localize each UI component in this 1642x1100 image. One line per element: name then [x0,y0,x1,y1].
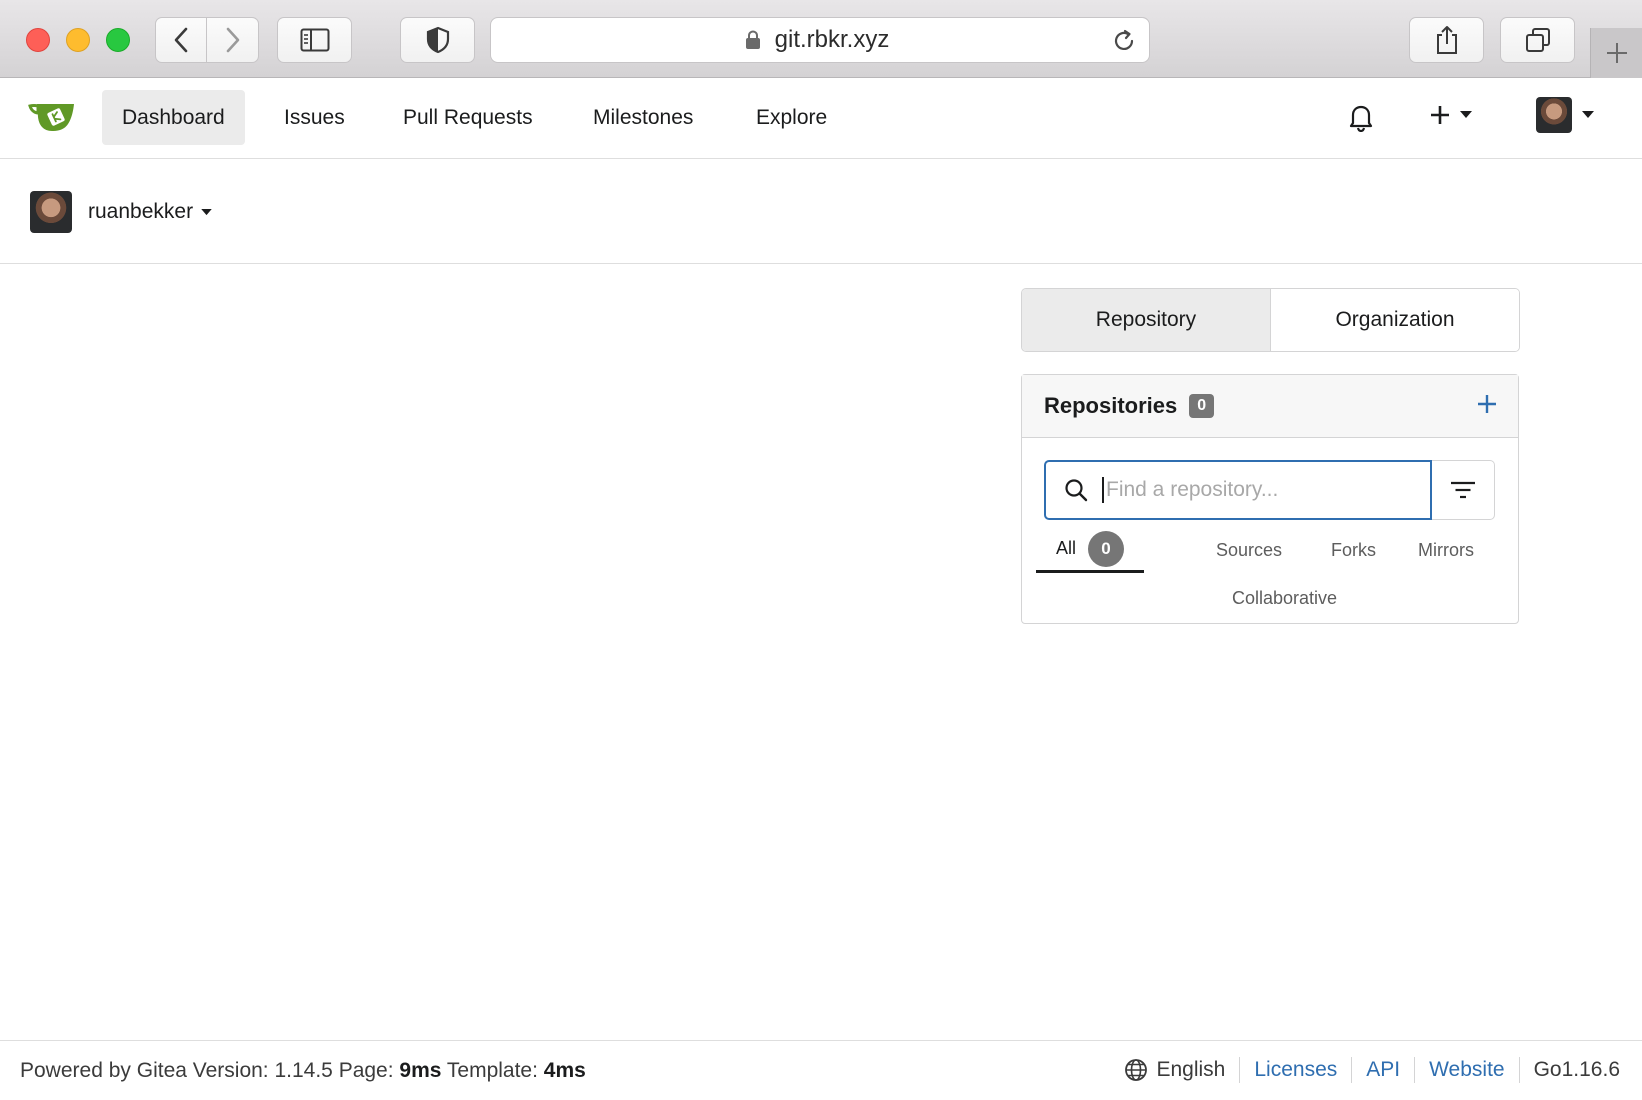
reload-icon[interactable] [1111,28,1137,54]
sidebar-icon [300,28,329,52]
nav-issues[interactable]: Issues [264,90,365,145]
nav-dashboard[interactable]: Dashboard [102,90,245,145]
back-button[interactable] [155,17,207,63]
all-count-badge: 0 [1088,530,1125,567]
tab-repository[interactable]: Repository [1022,289,1271,351]
powered-by-text: Powered by Gitea Version: 1.14.5 Page: [20,1059,400,1082]
share-icon [1436,26,1457,54]
bell-icon [1349,105,1373,133]
tab-all[interactable]: All 0 [1036,527,1145,573]
globe-icon [1125,1059,1148,1081]
template-label: Template: [441,1059,544,1082]
main-navigation: Dashboard Issues Pull Requests Milestone… [0,79,1642,159]
chevron-left-icon [174,27,188,53]
tab-collaborative[interactable]: Collaborative [1212,575,1357,621]
footer-version-info: Powered by Gitea Version: 1.14.5 Page: 9… [20,1059,586,1083]
create-new-dropdown[interactable] [1428,103,1472,127]
plus-icon [1606,43,1627,63]
nav-milestones[interactable]: Milestones [573,90,713,145]
repositories-title: Repositories [1044,393,1178,418]
page-footer: Powered by Gitea Version: 1.14.5 Page: 9… [0,1040,1642,1100]
footer-divider [1351,1057,1353,1083]
footer-divider [1518,1057,1520,1083]
repo-org-switcher: Repository Organization [1021,288,1520,352]
forward-button[interactable] [207,17,259,63]
language-label: English [1156,1058,1226,1081]
footer-divider [1239,1057,1241,1083]
context-username: ruanbekker [88,200,194,223]
nav-pull-requests[interactable]: Pull Requests [383,90,553,145]
avatar [30,191,72,233]
search-box[interactable] [1044,460,1432,520]
repositories-panel: Repositories 0 All 0 Sources Forks Mirro… [1021,374,1519,624]
context-switcher[interactable]: ruanbekker [30,191,212,233]
close-window-button[interactable] [26,28,50,52]
address-bar[interactable]: git.rbkr.xyz [490,17,1150,63]
repositories-header: Repositories 0 [1022,375,1518,438]
minimize-window-button[interactable] [66,28,90,52]
share-button[interactable] [1409,17,1484,63]
caret-down-icon [201,208,212,215]
tab-organization[interactable]: Organization [1271,289,1519,351]
licenses-link[interactable]: Licenses [1254,1058,1337,1082]
tab-sources[interactable]: Sources [1196,527,1302,573]
nav-explore[interactable]: Explore [736,90,847,145]
gitea-logo-icon[interactable] [28,99,76,138]
tabs-icon [1525,28,1550,52]
api-link[interactable]: API [1366,1058,1400,1082]
caret-down-icon [1460,111,1472,118]
browser-toolbar: git.rbkr.xyz [0,0,1642,78]
new-tab-button[interactable] [1590,28,1642,78]
add-repository-button[interactable] [1476,393,1498,420]
search-icon [1065,479,1088,502]
repositories-count-badge: 0 [1189,394,1215,418]
tab-mirrors[interactable]: Mirrors [1398,527,1494,573]
sidebar-toggle-button[interactable] [277,17,352,63]
lock-icon [746,30,760,49]
page-time: 9ms [399,1059,442,1082]
plus-icon [1478,395,1496,413]
language-selector[interactable]: English [1124,1058,1225,1082]
go-version: Go1.16.6 [1533,1058,1620,1081]
footer-divider [1414,1057,1416,1083]
shield-icon [426,26,449,54]
zoom-window-button[interactable] [106,28,130,52]
tab-overview-button[interactable] [1500,17,1575,63]
search-input[interactable] [1102,477,1422,503]
privacy-report-button[interactable] [400,17,475,63]
user-menu-dropdown[interactable] [1536,97,1594,133]
footer-links: English Licenses API Website Go1.16.6 [1124,1057,1620,1083]
tab-all-label: All [1056,538,1077,558]
caret-down-icon [1582,111,1594,118]
avatar [1536,97,1572,133]
filter-button[interactable] [1432,460,1495,520]
tab-forks[interactable]: Forks [1311,527,1396,573]
template-time: 4ms [543,1059,586,1082]
chevron-right-icon [226,27,239,53]
filter-icon [1451,481,1475,499]
notifications-button[interactable] [1348,102,1374,137]
repository-search [1044,460,1495,520]
dashboard-header: ruanbekker [0,160,1642,264]
website-link[interactable]: Website [1429,1058,1504,1082]
context-user[interactable]: ruanbekker [88,200,212,224]
plus-icon [1431,106,1449,124]
url-text: git.rbkr.xyz [774,26,890,53]
